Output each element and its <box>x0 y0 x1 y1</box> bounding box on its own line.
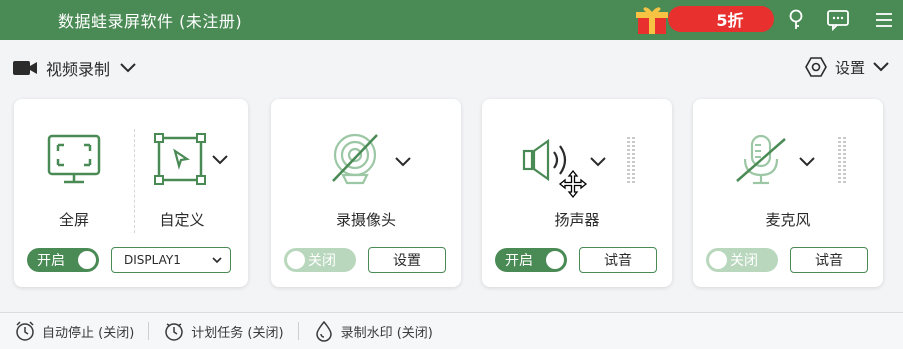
footer-bar: 自动停止 (关闭) 计划任务 (关闭) 录制水印 (关闭) <box>0 312 903 349</box>
settings-label: 设置 <box>834 58 865 77</box>
alarm-clock-icon <box>16 321 34 341</box>
mic-level-meter <box>838 137 846 183</box>
app-title: 数据蛙录屏软件 (未注册) <box>58 12 243 31</box>
divider <box>297 322 299 340</box>
divider <box>148 322 150 340</box>
move-cursor-icon <box>558 169 588 199</box>
toggle-label: 开启 <box>37 253 65 269</box>
chevron-down-icon <box>212 257 222 264</box>
toggle-knob <box>546 251 564 269</box>
menu-icon[interactable] <box>870 6 898 34</box>
custom-chevron-down-icon[interactable] <box>212 155 228 165</box>
mic-toggle[interactable]: 关闭 <box>706 248 778 272</box>
mic-card: 麦克风 关闭 试音 <box>693 99 883 287</box>
display-select[interactable]: DISPLAY1 <box>111 247 231 273</box>
speaker-test-button[interactable]: 试音 <box>579 247 657 273</box>
promo-badge[interactable]: 5折 <box>668 6 774 32</box>
fullscreen-monitor-icon[interactable] <box>46 133 102 187</box>
mic-chevron-down-icon[interactable] <box>799 157 815 167</box>
camera-toggle[interactable]: 关闭 <box>284 248 356 272</box>
camera-chevron-down-icon[interactable] <box>395 157 411 167</box>
chevron-down-icon <box>120 63 136 73</box>
screen-toggle[interactable]: 开启 <box>27 248 99 272</box>
feedback-icon[interactable] <box>824 6 852 34</box>
schedule-label: 计划任务 (关闭) <box>191 325 284 341</box>
toggle-label: 关闭 <box>308 253 336 269</box>
microphone-off-icon[interactable] <box>733 133 789 187</box>
toggle-knob <box>287 251 305 269</box>
toggle-label: 关闭 <box>730 253 758 269</box>
mic-test-button[interactable]: 试音 <box>790 247 868 273</box>
display-value: DISPLAY1 <box>124 253 181 267</box>
timer-icon <box>165 323 184 341</box>
settings-dropdown[interactable]: 设置 <box>805 56 889 78</box>
camera-label: 录摄像头 <box>335 211 396 229</box>
toggle-knob <box>709 251 727 269</box>
auto-stop-item[interactable]: 自动停止 (关闭) <box>14 320 134 342</box>
mode-dropdown[interactable]: 视频录制 <box>12 56 144 80</box>
divider <box>134 129 135 233</box>
watermark-item[interactable]: 录制水印 (关闭) <box>313 320 433 342</box>
fullscreen-label[interactable]: 全屏 <box>46 209 102 230</box>
video-camera-icon <box>13 61 37 75</box>
volume-meter <box>627 137 635 183</box>
schedule-item[interactable]: 计划任务 (关闭) <box>163 320 284 342</box>
camera-settings-button[interactable]: 设置 <box>368 247 446 273</box>
toggle-knob <box>78 251 96 269</box>
speaker-chevron-down-icon[interactable] <box>590 157 606 167</box>
custom-label[interactable]: 自定义 <box>154 209 210 230</box>
gear-icon <box>805 57 827 77</box>
screen-card: 全屏 自定义 开启 DISPLAY1 <box>14 99 248 287</box>
tips-icon[interactable] <box>782 6 810 34</box>
water-drop-icon <box>315 320 332 342</box>
speaker-toggle[interactable]: 开启 <box>495 248 567 272</box>
gift-icon <box>636 7 668 34</box>
watermark-label: 录制水印 (关闭) <box>340 325 433 341</box>
speaker-card: 扬声器 开启 试音 <box>482 99 672 287</box>
mic-label: 麦克风 <box>765 211 811 229</box>
mode-bar: 视频录制 设置 <box>0 40 903 96</box>
camera-card: 录摄像头 关闭 设置 <box>271 99 461 287</box>
auto-stop-label: 自动停止 (关闭) <box>42 325 135 341</box>
toggle-label: 开启 <box>505 253 533 269</box>
webcam-off-icon[interactable] <box>327 131 383 187</box>
custom-region-icon[interactable] <box>154 133 206 185</box>
speaker-label: 扬声器 <box>554 211 600 229</box>
chevron-down-icon <box>873 62 889 72</box>
mode-label: 视频录制 <box>46 60 111 79</box>
promo-banner[interactable]: 5折 <box>628 0 776 38</box>
